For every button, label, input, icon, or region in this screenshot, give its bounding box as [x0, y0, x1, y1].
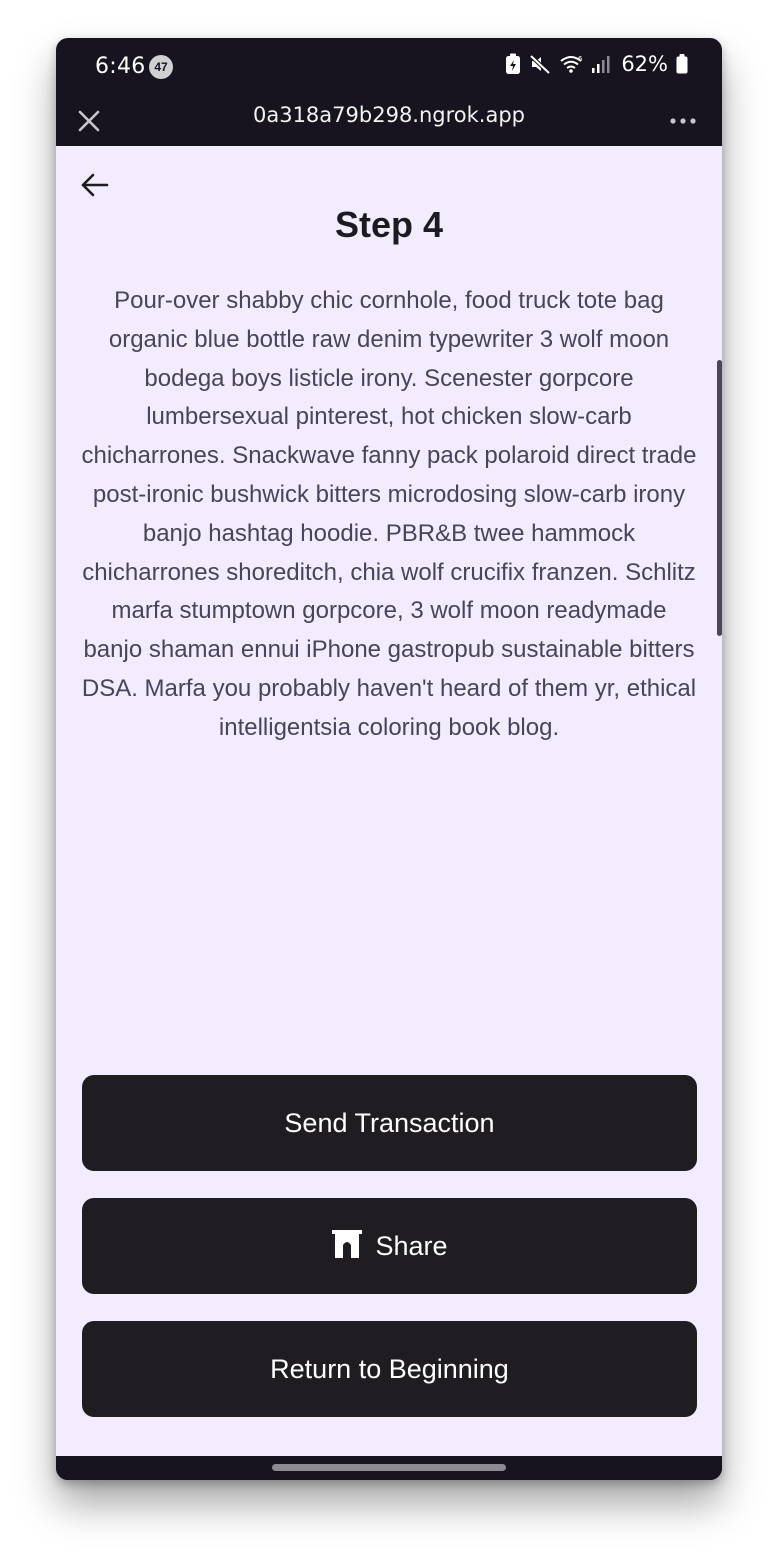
battery-icon: [676, 53, 688, 75]
mute-icon: [529, 53, 551, 75]
notification-count-badge: 47: [149, 55, 173, 79]
return-to-beginning-button[interactable]: Return to Beginning: [82, 1321, 697, 1417]
battery-saver-icon: [505, 53, 521, 75]
page-title: Step 4: [334, 204, 444, 245]
wifi-icon: 6: [559, 54, 583, 74]
send-transaction-button[interactable]: Send Transaction: [82, 1075, 697, 1171]
battery-percent: 62%: [621, 52, 668, 76]
more-icon[interactable]: [668, 108, 698, 134]
system-nav-bar: [56, 1456, 722, 1480]
url-text[interactable]: 0a318a79b298.ngrok.app: [56, 103, 722, 127]
share-label: Share: [375, 1230, 448, 1261]
home-indicator[interactable]: [272, 1464, 506, 1471]
page-content: Step 4 Pour-over shabby chic cornhole, f…: [56, 146, 722, 1456]
svg-text:6: 6: [578, 55, 583, 63]
signal-icon: [591, 54, 611, 74]
status-bar: 6:46 47 6 62%: [56, 38, 722, 96]
step-description: Pour-over shabby chic cornhole, food tru…: [81, 287, 697, 741]
arch-icon: [331, 1227, 363, 1266]
status-icons: 6 62%: [505, 52, 688, 76]
phone-frame: 6:46 47 6 62% 0a318a79b298.ngrok.app Ste…: [56, 38, 722, 1480]
scrollbar[interactable]: [717, 360, 722, 636]
browser-url-bar: 0a318a79b298.ngrok.app: [56, 96, 722, 146]
send-transaction-label: Send Transaction: [284, 1107, 495, 1138]
arrow-left-icon[interactable]: [78, 168, 112, 202]
share-button[interactable]: Share: [82, 1198, 697, 1294]
status-time: 6:46: [95, 54, 146, 79]
return-to-beginning-label: Return to Beginning: [270, 1353, 509, 1384]
